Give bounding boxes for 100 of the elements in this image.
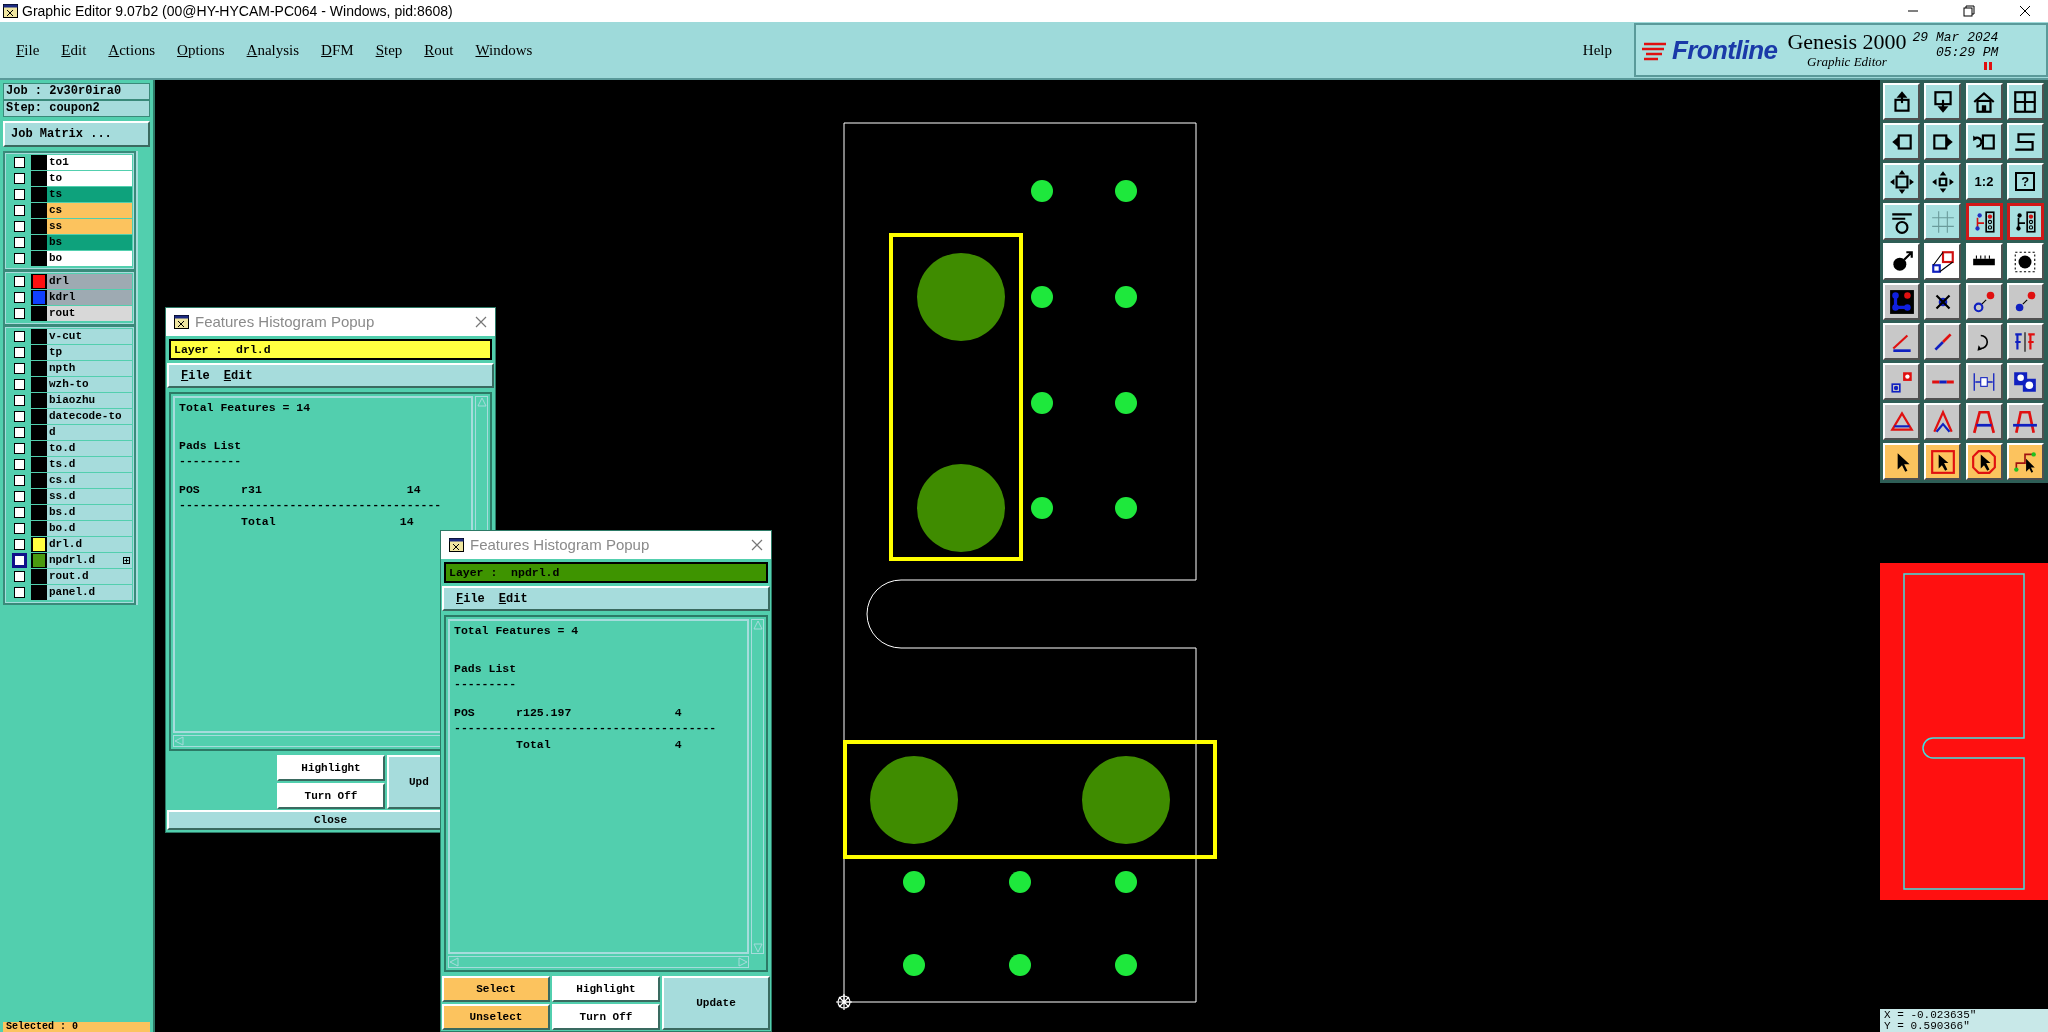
popup-button[interactable]: Unselect xyxy=(442,1004,550,1030)
product-subtitle: Graphic Editor xyxy=(1807,54,1887,70)
layer-name[interactable]: npdrl.d xyxy=(47,553,132,568)
popup-menu-item[interactable]: File xyxy=(456,589,485,608)
layer-name[interactable]: biaozhu xyxy=(47,393,132,408)
menu-item[interactable]: Actions xyxy=(108,38,156,62)
layer-checkbox[interactable] xyxy=(13,491,25,502)
layer-checkbox[interactable] xyxy=(13,157,25,168)
popup-button[interactable]: Turn Off xyxy=(277,783,385,809)
expand-icon xyxy=(123,557,130,564)
menu-item[interactable]: DFM xyxy=(321,38,354,62)
tool-button[interactable] xyxy=(2006,203,2044,240)
swatch-slot xyxy=(31,393,47,408)
layer-name[interactable]: ss xyxy=(47,219,132,234)
date-label: 29 Mar 2024 xyxy=(1912,30,1999,45)
restore-icon[interactable] xyxy=(1963,5,1975,17)
layer-name[interactable]: to1 xyxy=(47,155,132,170)
linked-squares-icon xyxy=(1929,248,1956,275)
grid-icon xyxy=(1929,208,1956,235)
layer-name[interactable]: wzh-to xyxy=(47,377,132,392)
layer-name[interactable]: npth xyxy=(47,361,132,376)
layer-name[interactable]: kdrl xyxy=(47,290,132,305)
layer-name[interactable]: to xyxy=(47,171,132,186)
popup-button[interactable]: Turn Off xyxy=(552,1004,660,1030)
layer-checkbox[interactable] xyxy=(13,173,25,184)
layer-name[interactable]: cs xyxy=(47,203,132,218)
layer-name[interactable]: ss.d xyxy=(47,489,132,504)
popup-menu-item[interactable]: File xyxy=(181,366,210,385)
layer-checkbox[interactable] xyxy=(13,443,25,454)
pause-icon xyxy=(1984,62,1993,70)
close-icon[interactable] xyxy=(2019,5,2031,17)
layer-checkbox[interactable] xyxy=(13,189,25,200)
line-segment-icon xyxy=(1930,379,1955,384)
layer-checkbox[interactable] xyxy=(13,331,25,342)
layer-name[interactable]: cs.d xyxy=(47,473,132,488)
layer-name[interactable]: ts.d xyxy=(47,457,132,472)
tool-button[interactable] xyxy=(1965,203,2003,240)
layer-checkbox[interactable] xyxy=(13,292,25,303)
layer-checkbox[interactable] xyxy=(13,475,25,486)
layer-name[interactable]: rout.d xyxy=(47,569,132,584)
popup-button[interactable]: Update xyxy=(662,976,770,1030)
swatch-slot xyxy=(31,377,47,392)
layer-name[interactable]: v-cut xyxy=(47,329,132,344)
layer-name[interactable]: to.d xyxy=(47,441,132,456)
popup-button[interactable]: Select xyxy=(442,976,550,1002)
layer-name[interactable]: panel.d xyxy=(47,585,132,600)
menu-item[interactable]: Step xyxy=(375,38,403,62)
popup-button[interactable]: Highlight xyxy=(552,976,660,1002)
layer-name[interactable]: bo.d xyxy=(47,521,132,536)
layer-checkbox[interactable] xyxy=(13,308,25,319)
report-line: --------- xyxy=(454,676,518,691)
job-matrix-button[interactable]: Job Matrix ... xyxy=(3,121,150,147)
popup-menu-item[interactable]: Edit xyxy=(223,366,253,385)
layer-checkbox[interactable] xyxy=(13,587,25,598)
layer-name[interactable]: datecode-to xyxy=(47,409,132,424)
layer-checkbox[interactable] xyxy=(13,539,25,550)
layer-checkbox[interactable] xyxy=(13,411,25,422)
popup-button[interactable]: Highlight xyxy=(277,755,385,781)
tool-button[interactable]: ? xyxy=(2006,163,2044,200)
pad xyxy=(1115,954,1137,976)
layer-name[interactable]: rout xyxy=(47,306,132,321)
layer-name[interactable]: bs xyxy=(47,235,132,250)
layer-name[interactable]: d xyxy=(47,425,132,440)
layer-checkbox[interactable] xyxy=(13,221,25,232)
popup-title: Features Histogram Popup xyxy=(470,534,650,555)
layer-checkbox[interactable] xyxy=(13,395,25,406)
menu-item[interactable]: Edit xyxy=(61,38,87,62)
layer-checkbox[interactable] xyxy=(13,379,25,390)
layer-checkbox[interactable] xyxy=(13,363,25,374)
product-name: Genesis 2000 xyxy=(1787,30,1907,54)
layer-checkbox[interactable] xyxy=(13,347,25,358)
layer-name[interactable]: ts xyxy=(47,187,132,202)
selected-count: Selected : 0 xyxy=(3,1022,150,1032)
layer-name[interactable]: drl.d xyxy=(47,537,132,552)
layer-name[interactable]: drl xyxy=(47,274,132,289)
layer-checkbox[interactable] xyxy=(13,427,25,438)
help-menu[interactable]: Help xyxy=(1582,38,1612,62)
popup-menu-item[interactable]: Edit xyxy=(498,589,528,608)
swatch-slot xyxy=(31,361,47,376)
layer-checkbox[interactable] xyxy=(13,205,25,216)
menu-item[interactable]: Rout xyxy=(424,38,454,62)
layer-checkbox[interactable] xyxy=(13,571,25,582)
layer-checkbox[interactable] xyxy=(13,459,25,470)
layer-checkbox[interactable] xyxy=(13,523,25,534)
report-line: Pads List xyxy=(454,661,518,676)
layer-name[interactable]: bo xyxy=(47,251,132,266)
menu-item[interactable]: File xyxy=(16,38,40,62)
menu-item[interactable]: Options xyxy=(177,38,225,62)
layer-checkbox[interactable] xyxy=(13,276,25,287)
pad xyxy=(1115,871,1137,893)
layer-checkbox[interactable] xyxy=(13,237,25,248)
layer-checkbox[interactable] xyxy=(13,253,25,264)
popup-title: Features Histogram Popup xyxy=(195,311,375,332)
menu-item[interactable]: Windows xyxy=(475,38,533,62)
tool-button[interactable]: 1:2 xyxy=(1965,163,2003,200)
menu-item[interactable]: Analysis xyxy=(246,38,300,62)
layer-checkbox[interactable] xyxy=(13,507,25,518)
layer-checkbox[interactable] xyxy=(13,555,25,566)
layer-name[interactable]: tp xyxy=(47,345,132,360)
layer-name[interactable]: bs.d xyxy=(47,505,132,520)
